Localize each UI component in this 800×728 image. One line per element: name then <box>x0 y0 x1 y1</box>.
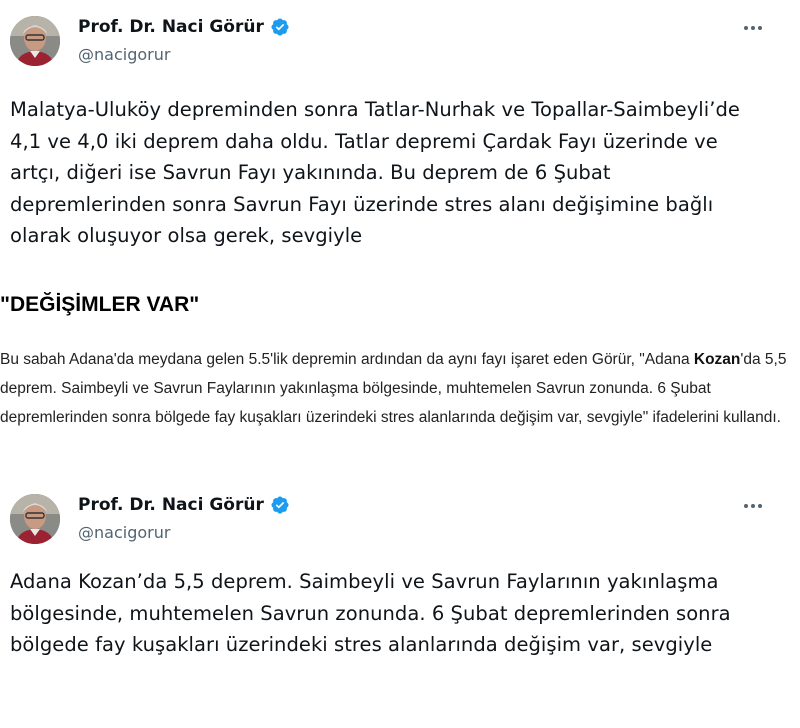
more-options-icon[interactable] <box>744 502 764 510</box>
author-handle[interactable]: @nacigorur <box>78 45 170 65</box>
article-paragraph-start: Bu sabah Adana'da meydana gelen 5.5'lik … <box>0 351 694 368</box>
author-row: Prof. Dr. Naci Görür <box>78 16 290 38</box>
verified-badge-icon <box>270 495 290 515</box>
author-display-name[interactable]: Prof. Dr. Naci Görür <box>78 16 264 38</box>
article-heading: "DEĞİŞİMLER VAR" <box>0 293 200 316</box>
verified-badge-icon <box>270 17 290 37</box>
tweet-text: Adana Kozan’da 5,5 deprem. Saimbeyli ve … <box>10 570 731 656</box>
tweet-text: Malatya-Uluköy depreminden sonra Tatlar-… <box>10 98 740 247</box>
avatar[interactable] <box>10 16 60 66</box>
avatar[interactable] <box>10 494 60 544</box>
article-paragraph: Bu sabah Adana'da meydana gelen 5.5'lik … <box>0 345 800 432</box>
author-row: Prof. Dr. Naci Görür <box>78 494 290 516</box>
author-display-name[interactable]: Prof. Dr. Naci Görür <box>78 494 264 516</box>
author-handle[interactable]: @nacigorur <box>78 523 170 543</box>
more-options-icon[interactable] <box>744 24 764 32</box>
article-paragraph-bold: Kozan <box>693 351 741 368</box>
